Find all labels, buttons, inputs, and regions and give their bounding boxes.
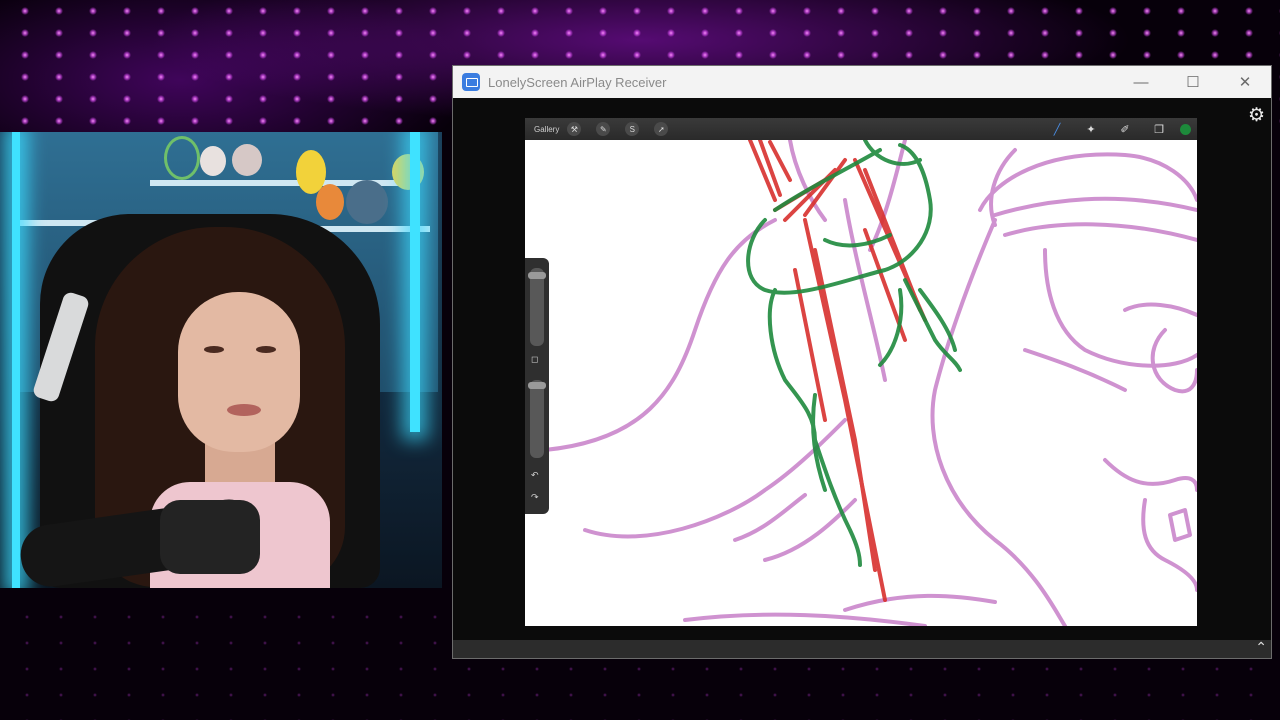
brush-size-handle[interactable] [528, 272, 546, 279]
modify-button[interactable]: ◻ [531, 354, 538, 365]
plush-toy [200, 146, 226, 176]
opacity-handle[interactable] [528, 382, 546, 389]
close-button[interactable]: ✕ [1219, 66, 1271, 98]
window-title: LonelyScreen AirPlay Receiver [488, 74, 667, 90]
lonelyscreen-app-icon [462, 73, 480, 91]
eye [256, 346, 276, 353]
plush-toy [316, 184, 344, 220]
procreate-toolbar: Gallery ⚒ ✎ S ➚ ╱ ✦ ✐ ❐ [525, 118, 1197, 140]
plush-toy [346, 180, 388, 224]
minimize-button[interactable]: — [1115, 66, 1167, 98]
neon-light-left [12, 132, 20, 588]
webcam-feed [0, 132, 442, 588]
transform-icon[interactable]: ➚ [654, 122, 669, 136]
microphone-head [160, 500, 260, 574]
procreate-sidebar: ◻ ↶ ↷ [525, 258, 549, 514]
eraser-icon[interactable]: ✐ [1108, 123, 1142, 136]
brush-size-slider[interactable] [530, 268, 544, 346]
sketch-canvas[interactable] [525, 140, 1197, 626]
face [178, 292, 300, 452]
gallery-button[interactable]: Gallery [534, 125, 559, 134]
selection-icon[interactable]: S [625, 122, 640, 136]
status-bar [453, 640, 1271, 658]
title-bar[interactable]: LonelyScreen AirPlay Receiver — ☐ ✕ [453, 66, 1271, 98]
procreate-screen[interactable]: Gallery ⚒ ✎ S ➚ ╱ ✦ ✐ ❐ ◻ ↶ ↷ [525, 118, 1197, 626]
adjustments-icon[interactable]: ✎ [596, 122, 611, 136]
brush-icon[interactable]: ╱ [1040, 123, 1074, 136]
layers-icon[interactable]: ❐ [1142, 123, 1176, 136]
undo-button[interactable]: ↶ [531, 470, 539, 481]
maximize-button[interactable]: ☐ [1167, 66, 1219, 98]
gear-icon[interactable]: ⚙ [1248, 104, 1265, 127]
airplay-receiver-window[interactable]: LonelyScreen AirPlay Receiver — ☐ ✕ ⚙ Ga… [452, 65, 1272, 659]
smudge-icon[interactable]: ✦ [1074, 123, 1108, 136]
plush-toy [232, 144, 262, 176]
wrench-icon[interactable]: ⚒ [567, 122, 582, 136]
color-swatch[interactable] [1180, 123, 1191, 135]
neon-light-right [410, 132, 420, 432]
opacity-slider[interactable] [530, 380, 544, 458]
lips [227, 404, 261, 416]
redo-button[interactable]: ↷ [531, 492, 539, 503]
eye [204, 346, 224, 353]
ring-decor [164, 136, 200, 180]
chevron-up-icon[interactable]: ⌃ [1255, 639, 1267, 656]
